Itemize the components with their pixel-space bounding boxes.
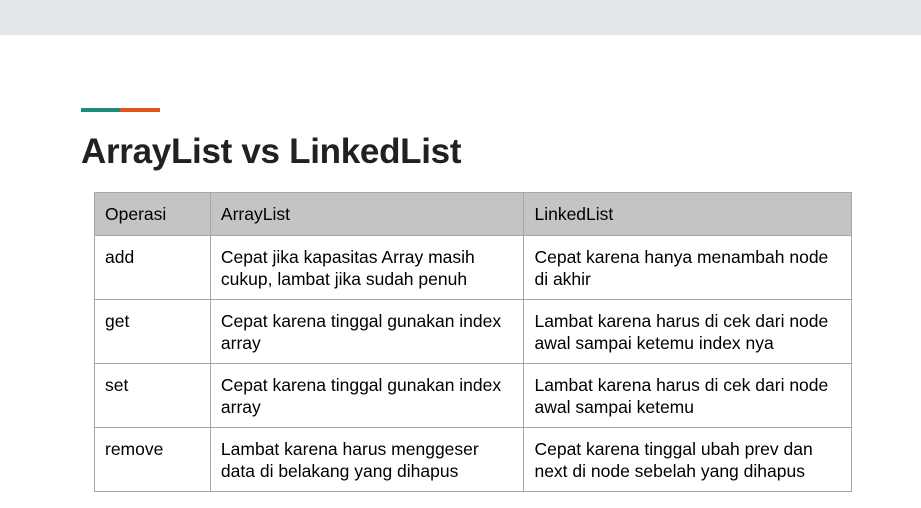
cell-arraylist: Cepat karena tinggal gunakan index array (209, 363, 525, 428)
cell-arraylist: Lambat karena harus menggeser data di be… (209, 427, 525, 492)
slide-title: ArrayList vs LinkedList (81, 132, 462, 171)
cell-operation: add (94, 235, 211, 300)
header-operasi: Operasi (94, 192, 211, 236)
cell-arraylist: Cepat jika kapasitas Array masih cukup, … (209, 235, 525, 300)
top-bar (0, 0, 921, 35)
cell-arraylist: Cepat karena tinggal gunakan index array (209, 299, 525, 364)
cell-linkedlist: Cepat karena tinggal ubah prev dan next … (523, 427, 852, 492)
table-row: add Cepat jika kapasitas Array masih cuk… (94, 235, 852, 300)
cell-operation: remove (94, 427, 211, 492)
accent-orange-segment (120, 108, 160, 112)
title-accent-line (81, 108, 160, 112)
cell-operation: set (94, 363, 211, 428)
cell-operation: get (94, 299, 211, 364)
accent-teal-segment (81, 108, 120, 112)
table-row: get Cepat karena tinggal gunakan index a… (94, 299, 852, 364)
cell-linkedlist: Cepat karena hanya menambah node di akhi… (523, 235, 852, 300)
table-row: remove Lambat karena harus menggeser dat… (94, 427, 852, 492)
header-linkedlist: LinkedList (523, 192, 852, 236)
comparison-table: Operasi ArrayList LinkedList add Cepat j… (94, 192, 852, 492)
table-header-row: Operasi ArrayList LinkedList (94, 192, 852, 236)
header-arraylist: ArrayList (209, 192, 525, 236)
cell-linkedlist: Lambat karena harus di cek dari node awa… (523, 363, 852, 428)
table-row: set Cepat karena tinggal gunakan index a… (94, 363, 852, 428)
cell-linkedlist: Lambat karena harus di cek dari node awa… (523, 299, 852, 364)
